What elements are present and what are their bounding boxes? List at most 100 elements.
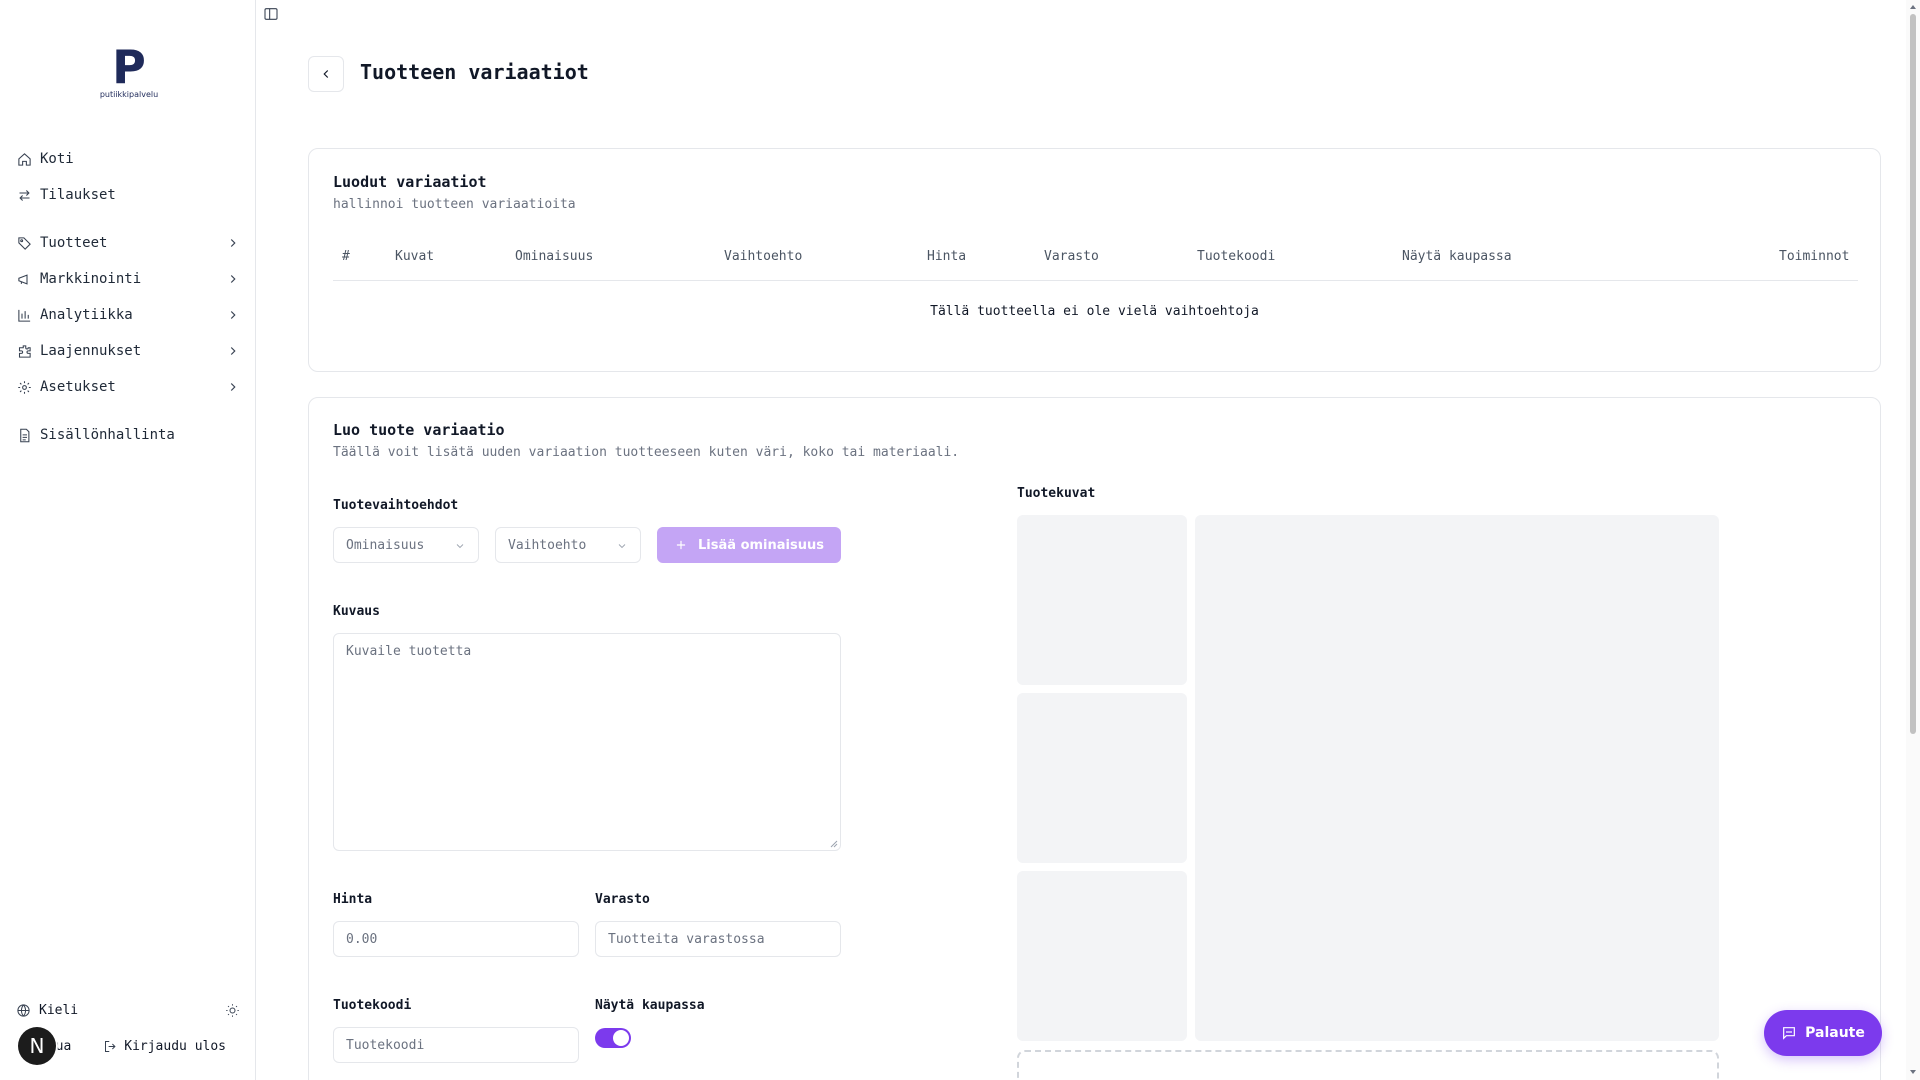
sku-input[interactable]: Tuotekoodi — [333, 1027, 579, 1063]
price-placeholder: 0.00 — [346, 931, 378, 947]
plus-icon — [676, 540, 686, 550]
back-button[interactable] — [308, 56, 344, 92]
megaphone-icon — [16, 271, 32, 287]
sidebar-item-tilaukset[interactable]: Tilaukset — [16, 181, 240, 209]
sidebar-item-sisallonhallinta[interactable]: Sisällönhallinta — [16, 421, 240, 449]
option-select[interactable]: Vaihtoehto — [495, 527, 641, 563]
attribute-select[interactable]: Ominaisuus — [333, 527, 479, 563]
sidebar-toggle-button[interactable] — [262, 6, 280, 22]
create-subtitle: Täällä voit lisätä uuden variaation tuot… — [333, 445, 960, 460]
sidebar-item-label: Asetukset — [40, 379, 116, 395]
create-title: Luo tuote variaatio — [333, 421, 505, 439]
variations-card: Luodut variaatiot hallinnoi tuotteen var… — [308, 148, 1881, 372]
sidebar-item-label: Markkinointi — [40, 271, 142, 287]
logo-mark: P — [112, 40, 146, 94]
chevron-down-icon — [454, 540, 466, 552]
chevron-right-icon — [226, 272, 240, 286]
scroll-down-icon[interactable] — [1909, 1068, 1917, 1076]
variations-title: Luodut variaatiot — [333, 173, 487, 191]
description-placeholder: Kuvaile tuotetta — [346, 644, 472, 659]
home-icon — [16, 151, 32, 167]
description-textarea[interactable]: Kuvaile tuotetta — [333, 633, 841, 851]
sun-icon — [226, 1004, 239, 1017]
puzzle-icon — [16, 343, 32, 359]
chevron-left-icon — [323, 70, 329, 78]
panel-icon — [264, 8, 278, 20]
attribute-select-value: Ominaisuus — [346, 537, 425, 553]
logout-button[interactable]: Kirjaudu ulos — [103, 1039, 226, 1054]
feedback-button[interactable]: Palaute — [1764, 1010, 1882, 1056]
language-label: Kieli — [39, 1003, 79, 1018]
variations-subtitle: hallinnoi tuotteen variaatioita — [333, 197, 576, 212]
gear-icon — [16, 379, 32, 395]
image-main-placeholder — [1195, 515, 1719, 1041]
description-label: Kuvaus — [333, 604, 380, 619]
avatar[interactable]: N — [18, 1027, 56, 1065]
column-header-show-in-store: Näytä kaupassa — [1402, 249, 1512, 264]
sidebar-item-analytiikka[interactable]: Analytiikka — [16, 301, 240, 329]
column-header-number: # — [342, 249, 350, 264]
logout-icon — [105, 1041, 116, 1052]
globe-icon — [17, 1004, 30, 1017]
show-in-store-toggle[interactable] — [595, 1028, 631, 1048]
chevron-right-icon — [226, 308, 240, 322]
sidebar-item-label: Analytiikka — [40, 307, 133, 323]
resize-handle-icon[interactable] — [830, 840, 838, 848]
sidebar-item-markkinointi[interactable]: Markkinointi — [16, 265, 240, 293]
image-thumbnail-placeholder — [1017, 693, 1187, 863]
column-header-images: Kuvat — [395, 249, 435, 264]
price-label: Hinta — [333, 892, 373, 907]
language-selector[interactable]: Kieli — [16, 1003, 240, 1018]
stock-placeholder: Tuotteita varastossa — [608, 931, 765, 947]
arrows-icon — [16, 187, 32, 203]
image-thumbnail-placeholder — [1017, 871, 1187, 1041]
create-variation-card: Luo tuote variaatio Täällä voit lisätä u… — [308, 397, 1881, 1080]
sidebar-item-asetukset[interactable]: Asetukset — [16, 373, 240, 401]
option-select-value: Vaihtoehto — [508, 537, 587, 553]
column-header-attribute: Ominaisuus — [515, 249, 594, 264]
feedback-label: Palaute — [1805, 1025, 1865, 1041]
images-label: Tuotekuvat — [1017, 486, 1096, 501]
image-upload-dropzone[interactable] — [1017, 1050, 1719, 1080]
empty-table-message: Tällä tuotteella ei ole vielä vaihtoehto… — [930, 304, 1259, 319]
sidebar-item-label: Tuotteet — [40, 235, 108, 251]
column-header-price: Hinta — [927, 249, 967, 264]
image-thumbnail-placeholder — [1017, 515, 1187, 685]
add-attribute-label: Lisää ominaisuus — [698, 537, 824, 553]
theme-toggle[interactable] — [225, 1003, 240, 1022]
stock-input[interactable]: Tuotteita varastossa — [595, 921, 841, 957]
column-header-option: Vaihtoehto — [724, 249, 803, 264]
page-scrollbar[interactable] — [1906, 0, 1920, 1080]
page-title: Tuotteen variaatiot — [360, 60, 589, 84]
column-header-sku: Tuotekoodi — [1197, 249, 1276, 264]
sidebar-item-koti[interactable]: Koti — [16, 145, 240, 173]
chart-icon — [16, 307, 32, 323]
price-input[interactable]: 0.00 — [333, 921, 579, 957]
chevron-right-icon — [226, 236, 240, 250]
logo[interactable]: P putiikkipalvelu — [96, 44, 162, 100]
sidebar: P putiikkipalvelu Koti Tilaukset Tuottee… — [0, 0, 256, 1080]
document-icon — [16, 427, 32, 443]
sidebar-item-label: Laajennukset — [40, 343, 142, 359]
sidebar-item-label: Tilaukset — [40, 187, 116, 203]
chevron-right-icon — [226, 380, 240, 394]
scroll-up-icon[interactable] — [1909, 3, 1917, 11]
sidebar-item-label: Sisällönhallinta — [40, 427, 175, 443]
add-attribute-button[interactable]: Lisää ominaisuus — [657, 527, 841, 563]
options-label: Tuotevaihtoehdot — [333, 498, 459, 513]
table-divider — [333, 280, 1858, 281]
scrollbar-thumb[interactable] — [1910, 14, 1916, 734]
sku-label: Tuotekoodi — [333, 998, 412, 1013]
logout-label: Kirjaudu ulos — [124, 1039, 226, 1054]
sidebar-item-label: Koti — [40, 151, 74, 167]
chat-icon — [1783, 1027, 1796, 1040]
logo-text: putiikkipalvelu — [99, 90, 159, 99]
sidebar-item-laajennukset[interactable]: Laajennukset — [16, 337, 240, 365]
column-header-stock: Varasto — [1044, 249, 1099, 264]
tag-icon — [16, 235, 32, 251]
chevron-right-icon — [226, 344, 240, 358]
sidebar-item-tuotteet[interactable]: Tuotteet — [16, 229, 240, 257]
stock-label: Varasto — [595, 892, 650, 907]
show-in-store-label: Näytä kaupassa — [595, 998, 705, 1013]
app-root: P putiikkipalvelu Koti Tilaukset Tuottee… — [0, 0, 1920, 1080]
